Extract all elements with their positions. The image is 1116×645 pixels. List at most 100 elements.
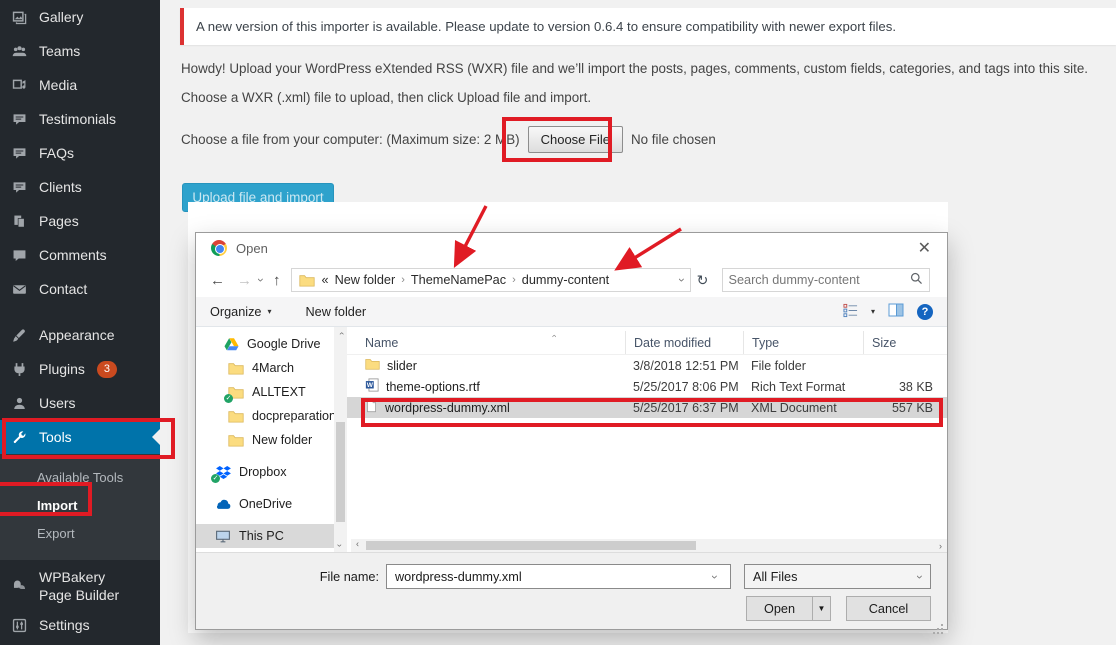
resize-grip[interactable] — [941, 624, 943, 626]
sidebar-item-settings[interactable]: Settings — [0, 608, 160, 642]
choose-file-label: Choose a file from your computer: (Maxim… — [181, 132, 520, 147]
scroll-up-icon[interactable]: › — [334, 327, 347, 340]
scrollbar-thumb[interactable] — [336, 422, 345, 522]
details-view-icon[interactable] — [843, 303, 858, 321]
scroll-right-icon[interactable]: › — [934, 539, 947, 552]
choose-file-button[interactable]: Choose File — [528, 126, 623, 153]
sidebar-item-label: Plugins — [39, 361, 85, 377]
no-file-chosen-text: No file chosen — [631, 132, 716, 147]
refresh-icon[interactable]: ↻ — [691, 272, 715, 289]
file-row-slider[interactable]: slider 3/8/2018 12:51 PM File folder — [347, 355, 947, 376]
media-icon — [9, 75, 29, 95]
sidebar-item-clients[interactable]: Clients — [0, 170, 160, 204]
breadcrumb-segment[interactable]: dummy-content — [522, 273, 609, 287]
folder-icon — [365, 358, 380, 373]
tree-item-docpreparation[interactable]: docpreparation — [196, 404, 334, 428]
sidebar-item-wpbakery[interactable]: WPBakery Page Builder — [0, 564, 160, 608]
importer-intro-text: Howdy! Upload your WordPress eXtended RS… — [181, 61, 1088, 76]
sidebar-item-label: Gallery — [39, 9, 83, 25]
search-input[interactable] — [729, 273, 910, 287]
breadcrumb-segment[interactable]: New folder — [335, 273, 396, 287]
column-header-name[interactable]: Name — [347, 331, 625, 354]
tree-item-this-pc[interactable]: This PC — [196, 524, 334, 548]
tree-item-alltext[interactable]: ✓ ALLTEXT — [196, 380, 334, 404]
screen: Gallery Teams Media Testimonials FAQs Cl… — [0, 0, 1116, 645]
preview-pane-icon[interactable] — [888, 303, 904, 320]
dialog-nav-bar: ← → › ↑ « New folder › ThemeNamePac › du… — [196, 263, 947, 297]
sidebar-item-plugins[interactable]: Plugins 3 — [0, 352, 160, 386]
submenu-item-export[interactable]: Export — [0, 519, 160, 547]
file-upload-row: Choose a file from your computer: (Maxim… — [181, 124, 716, 154]
sidebar-item-testimonials[interactable]: Testimonials — [0, 102, 160, 136]
address-dropdown-icon[interactable]: › — [675, 278, 689, 282]
wrench-icon — [9, 427, 29, 447]
sidebar-item-contact[interactable]: Contact — [0, 272, 160, 306]
address-breadcrumb[interactable]: « New folder › ThemeNamePac › dummy-cont… — [291, 268, 691, 292]
svg-text:W: W — [367, 382, 374, 389]
chat-bubble-icon — [9, 109, 29, 129]
update-notice-text: A new version of this importer is availa… — [196, 19, 896, 34]
tree-item-google-drive[interactable]: Google Drive — [196, 332, 334, 356]
recent-locations-icon[interactable]: › — [254, 278, 268, 282]
tree-item-new-folder[interactable]: New folder — [196, 428, 334, 452]
file-type-select[interactable]: All Files › — [744, 564, 931, 589]
folder-icon — [227, 408, 245, 424]
tree-scrollbar[interactable]: › › — [334, 327, 347, 552]
sync-check-icon: ✓ — [224, 394, 233, 403]
tree-item-dropbox[interactable]: ✓ Dropbox — [196, 460, 334, 484]
sidebar-item-users[interactable]: Users — [0, 386, 160, 420]
sidebar-item-gallery[interactable]: Gallery — [0, 0, 160, 34]
breadcrumb-segment[interactable]: ThemeNamePac — [411, 273, 506, 287]
sidebar-item-pages[interactable]: Pages — [0, 204, 160, 238]
brush-icon — [9, 325, 29, 345]
submenu-item-available-tools[interactable]: Available Tools — [0, 463, 160, 491]
sidebar-item-label: Teams — [39, 43, 80, 59]
sidebar-item-label: Testimonials — [39, 111, 116, 127]
scroll-left-icon[interactable]: › — [351, 539, 364, 552]
file-row-theme-options[interactable]: Wtheme-options.rtf 5/25/2017 8:06 PM Ric… — [347, 376, 947, 397]
search-icon[interactable] — [910, 272, 923, 288]
breadcrumb-overflow-icon[interactable]: « — [322, 273, 329, 287]
sidebar-item-comments[interactable]: Comments — [0, 238, 160, 272]
navigation-pane: Google Drive 4March ✓ ALLTEXT docprepara… — [196, 327, 334, 552]
sidebar-item-label: Comments — [39, 247, 107, 263]
open-split-dropdown-icon[interactable]: ▼ — [812, 596, 831, 621]
tree-item-onedrive[interactable]: OneDrive — [196, 492, 334, 516]
settings-icon — [9, 615, 29, 635]
sidebar-item-teams[interactable]: Teams — [0, 34, 160, 68]
column-header-size[interactable]: Size — [863, 331, 943, 354]
file-row-wordpress-dummy[interactable]: wordpress-dummy.xml 5/25/2017 6:37 PM XM… — [347, 397, 947, 418]
tree-item-4march[interactable]: 4March — [196, 356, 334, 380]
close-icon[interactable]: ✕ — [910, 236, 939, 260]
file-name-dropdown-icon[interactable]: › — [708, 575, 722, 579]
wpbakery-icon — [9, 576, 29, 596]
horizontal-scrollbar[interactable]: › › — [351, 539, 947, 552]
help-icon[interactable]: ? — [917, 304, 933, 320]
comment-icon — [9, 245, 29, 265]
sidebar-item-appearance[interactable]: Appearance — [0, 318, 160, 352]
sidebar-item-tools[interactable]: Tools — [0, 420, 160, 454]
cancel-button[interactable]: Cancel — [846, 596, 931, 621]
chat-bubble-icon — [9, 177, 29, 197]
submenu-item-import[interactable]: Import — [0, 491, 160, 519]
forward-icon[interactable]: → — [237, 272, 252, 289]
open-button[interactable]: Open — [746, 596, 813, 621]
back-icon[interactable]: ← — [210, 272, 225, 289]
column-header-type[interactable]: Type — [743, 331, 863, 354]
file-name-input[interactable] — [386, 564, 731, 589]
dialog-main-area: Google Drive 4March ✓ ALLTEXT docprepara… — [196, 327, 947, 552]
views-dropdown-icon[interactable]: ▾ — [871, 307, 875, 316]
scrollbar-thumb[interactable] — [366, 541, 696, 550]
organize-menu-button[interactable]: Organize ▾ — [210, 305, 272, 319]
chrome-icon — [211, 240, 227, 256]
up-icon[interactable]: ↑ — [273, 272, 281, 289]
sidebar-item-media[interactable]: Media — [0, 68, 160, 102]
google-drive-icon — [222, 336, 240, 352]
teams-icon — [9, 41, 29, 61]
importer-instruction-text: Choose a WXR (.xml) file to upload, then… — [181, 90, 591, 105]
new-folder-button[interactable]: New folder — [306, 305, 367, 319]
sidebar-item-faqs[interactable]: FAQs — [0, 136, 160, 170]
column-header-date-modified[interactable]: Date modified — [625, 331, 743, 354]
scroll-down-icon[interactable]: › — [334, 539, 347, 552]
chat-bubble-icon — [9, 143, 29, 163]
